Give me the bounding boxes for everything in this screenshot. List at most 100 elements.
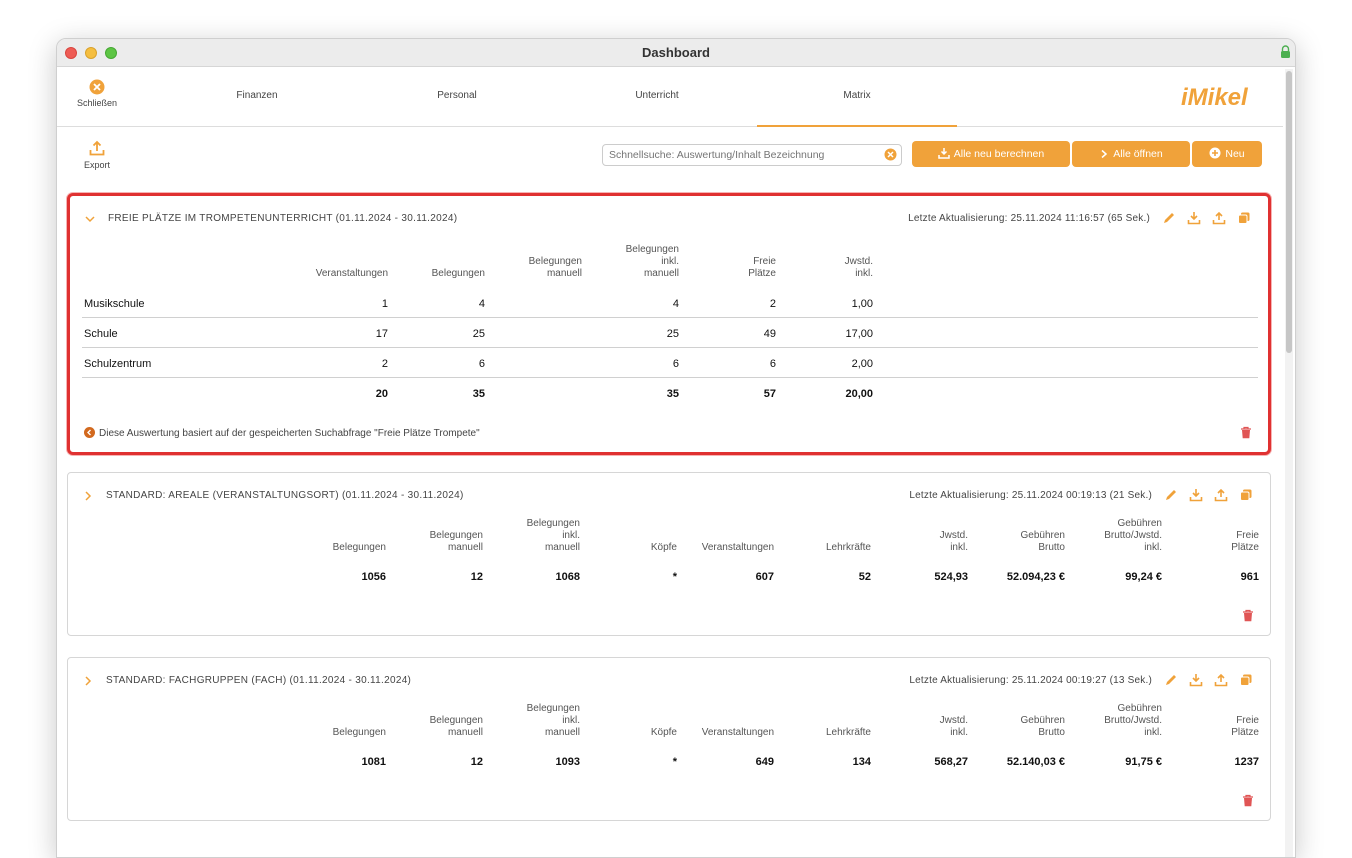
table-cell: 4	[478, 298, 485, 310]
table-cell: 49	[763, 328, 776, 340]
tab-matrix[interactable]: Matrix	[757, 67, 957, 127]
col-header: Belegungen	[431, 268, 485, 279]
row-label: Schulzentrum	[84, 358, 152, 370]
table-cell: 4	[672, 298, 679, 310]
col-header: Jwstd. inkl.	[939, 715, 968, 738]
table-cell: 2	[769, 298, 776, 310]
download-icon	[938, 148, 950, 159]
col-header: Belegungen	[332, 542, 386, 553]
window-title: Dashboard	[642, 45, 710, 60]
row-divider	[82, 317, 1258, 318]
window-minimize-control[interactable]	[85, 47, 97, 59]
saved-query-note[interactable]: Diese Auswertung basiert auf der gespeic…	[84, 427, 480, 439]
col-header: Belegungen manuell	[429, 530, 483, 553]
last-updated: Letzte Aktualisierung: 25.11.2024 00:19:…	[909, 490, 1152, 501]
tab-personal[interactable]: Personal	[357, 67, 557, 127]
toolbar: Export Alle neu berechnen Alle öffnen Ne…	[57, 128, 1283, 188]
chevron-right-icon[interactable]	[82, 675, 94, 687]
close-circle-icon	[89, 79, 105, 95]
clear-search-icon[interactable]	[884, 148, 897, 161]
col-header: Veranstaltungen	[701, 542, 774, 553]
col-header: Gebühren Brutto/Jwstd. inkl.	[1104, 703, 1162, 738]
table-cell: 17,00	[845, 328, 873, 340]
window-zoom-control[interactable]	[105, 47, 117, 59]
duplicate-icon[interactable]	[1239, 673, 1253, 687]
col-header: Lehrkräfte	[825, 727, 871, 738]
upload-icon[interactable]	[1214, 488, 1228, 502]
total-cell: 524,93	[934, 571, 968, 583]
vertical-scrollbar[interactable]	[1285, 69, 1293, 857]
scrollbar-thumb[interactable]	[1286, 71, 1292, 353]
new-label: Neu	[1225, 148, 1245, 160]
download-icon[interactable]	[1189, 488, 1203, 502]
saved-query-text: Diese Auswertung basiert auf der gespeic…	[99, 428, 480, 439]
trash-icon[interactable]	[1242, 609, 1254, 622]
upload-icon[interactable]	[1214, 673, 1228, 687]
total-cell: 1068	[555, 571, 580, 583]
tab-unterricht[interactable]: Unterricht	[557, 67, 757, 127]
duplicate-icon[interactable]	[1237, 211, 1251, 225]
total-cell: 35	[472, 388, 485, 400]
close-button[interactable]: Schließen	[71, 79, 123, 108]
col-header: Belegungen inkl. manuell	[526, 703, 580, 738]
total-cell: *	[672, 571, 677, 583]
trash-icon[interactable]	[1240, 426, 1252, 439]
upload-icon[interactable]	[1212, 211, 1226, 225]
export-button[interactable]: Export	[71, 140, 123, 170]
tab-finanzen[interactable]: Finanzen	[157, 67, 357, 127]
col-header: Gebühren Brutto	[1020, 530, 1065, 553]
search-input[interactable]	[602, 144, 902, 166]
row-label: Musikschule	[84, 298, 145, 310]
table-cell: 6	[672, 358, 679, 370]
window-close-control[interactable]	[65, 47, 77, 59]
recalculate-all-button[interactable]: Alle neu berechnen	[912, 141, 1070, 167]
col-header: Veranstaltungen	[701, 727, 774, 738]
open-all-label: Alle öffnen	[1113, 148, 1163, 160]
col-header: Belegungen inkl. manuell	[526, 518, 580, 553]
col-header: Freie Plätze	[1231, 715, 1259, 738]
card-title[interactable]: FREIE PLÄTZE IM TROMPETENUNTERRICHT (01.…	[108, 213, 457, 224]
total-cell: 52.140,03 €	[1006, 756, 1065, 768]
total-cell: 12	[470, 756, 483, 768]
col-header: Köpfe	[650, 727, 677, 738]
recalculate-all-label: Alle neu berechnen	[953, 148, 1045, 160]
table-cell: 2,00	[851, 358, 873, 370]
download-icon[interactable]	[1189, 673, 1203, 687]
total-cell: 1056	[361, 571, 386, 583]
edit-icon[interactable]	[1162, 211, 1176, 225]
upload-icon	[89, 140, 105, 156]
new-button[interactable]: Neu	[1192, 141, 1262, 167]
open-all-button[interactable]: Alle öffnen	[1072, 141, 1190, 167]
edit-icon[interactable]	[1164, 673, 1178, 687]
total-cell: 1081	[361, 756, 386, 768]
trash-icon[interactable]	[1242, 794, 1254, 807]
total-cell: 1093	[555, 756, 580, 768]
last-updated: Letzte Aktualisierung: 25.11.2024 11:16:…	[908, 213, 1150, 224]
download-icon[interactable]	[1187, 211, 1201, 225]
table-cell: 6	[478, 358, 485, 370]
total-cell: 134	[852, 756, 871, 768]
total-cell: 57	[763, 388, 776, 400]
card-actions	[1164, 488, 1256, 504]
report-card-areale: STANDARD: AREALE (VERANSTALTUNGSORT) (01…	[67, 472, 1271, 636]
edit-icon[interactable]	[1164, 488, 1178, 502]
card-title[interactable]: STANDARD: FACHGRUPPEN (FACH) (01.11.2024…	[106, 675, 411, 686]
total-cell: 961	[1240, 571, 1259, 583]
table-cell: 6	[769, 358, 776, 370]
report-card-freie-plaetze: FREIE PLÄTZE IM TROMPETENUNTERRICHT (01.…	[67, 193, 1271, 455]
row-divider	[82, 347, 1258, 348]
total-cell: 52	[858, 571, 871, 583]
duplicate-icon[interactable]	[1239, 488, 1253, 502]
col-header: Köpfe	[650, 542, 677, 553]
export-label: Export	[83, 160, 110, 170]
chevron-down-icon[interactable]	[84, 213, 96, 225]
imikel-logo: iMikel	[1181, 84, 1249, 111]
col-header: Freie Plätze	[1231, 530, 1259, 553]
card-actions	[1162, 211, 1254, 227]
last-updated: Letzte Aktualisierung: 25.11.2024 00:19:…	[909, 675, 1152, 686]
total-cell: 1237	[1234, 756, 1259, 768]
card-title[interactable]: STANDARD: AREALE (VERANSTALTUNGSORT) (01…	[106, 490, 464, 501]
col-header: Freie Plätze	[748, 256, 776, 279]
col-header: Lehrkräfte	[825, 542, 871, 553]
chevron-right-icon[interactable]	[82, 490, 94, 502]
